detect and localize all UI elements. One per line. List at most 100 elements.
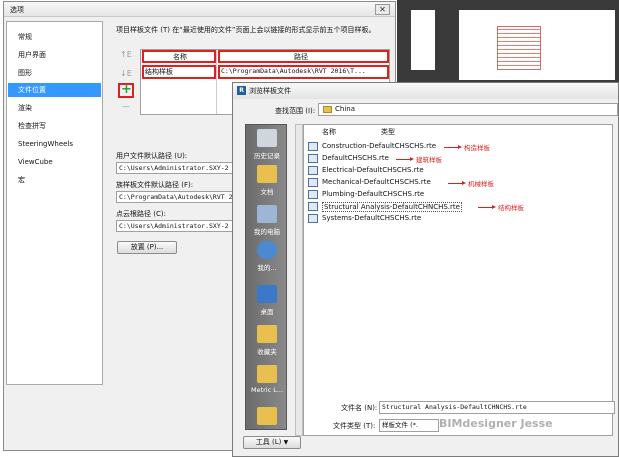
- rte-file-icon: [308, 202, 318, 211]
- lookin-value: China: [335, 105, 355, 113]
- background-viewport: [459, 10, 615, 80]
- file-list: 名称 类型 Construction-DefaultCHSCHS.rte 构造样…: [303, 124, 613, 436]
- background-viewport-thumb: [411, 10, 435, 70]
- user-default-path-label: 用户文件默认路径 (U):: [116, 152, 188, 160]
- sidebar-item-graphics[interactable]: 图形: [8, 66, 101, 80]
- place-label: 文档: [260, 188, 274, 196]
- history-icon: [257, 129, 277, 147]
- close-button[interactable]: ✕: [375, 4, 390, 15]
- place-label: 历史记录: [254, 152, 280, 160]
- file-name: Construction-DefaultCHSCHS.rte: [322, 142, 437, 150]
- file-annotation: 结构样板: [498, 204, 524, 212]
- file-name: Electrical-DefaultCHSCHS.rte: [322, 166, 424, 174]
- options-sidebar: 常规 用户界面 图形 文件位置 渲染 检查拼写 SteeringWheels V…: [6, 21, 103, 385]
- rte-file-icon: [308, 178, 318, 187]
- lookin-label: 查找范围 (I):: [275, 107, 316, 115]
- computer-icon: [257, 205, 277, 223]
- template-description: 项目样板文件 (T) 在“最近使用的文件”页面上会以链接的形式显示前五个项目样板…: [116, 26, 376, 34]
- rte-file-icon: [308, 166, 318, 175]
- tools-button[interactable]: 工具 (L) ▼: [243, 436, 301, 449]
- place-label: 收藏夹: [257, 348, 277, 356]
- places-button[interactable]: 放置 (P)...: [117, 241, 177, 254]
- revit-logo-icon: R: [237, 86, 246, 95]
- filetype-dropdown[interactable]: 样板文件 (*.: [379, 419, 439, 432]
- place-folder[interactable]: [246, 407, 288, 428]
- browse-title-bar: R 浏览样板文件: [233, 83, 618, 99]
- sidebar-item-ui[interactable]: 用户界面: [8, 48, 101, 62]
- rte-file-icon: [308, 214, 318, 223]
- browse-dialog: R 浏览样板文件 查找范围 (I): China 历史记录 文档 我的电脑 我的…: [232, 82, 619, 457]
- lookin-dropdown[interactable]: China: [318, 103, 618, 116]
- watermark: BIMdesigner Jesse: [439, 417, 553, 430]
- desktop-icon: [257, 285, 277, 303]
- table-cell-name[interactable]: 结构样板: [145, 67, 173, 77]
- sidebar-item-general[interactable]: 常规: [8, 30, 101, 44]
- file-annotation: 建筑样板: [416, 156, 442, 164]
- file-row[interactable]: Plumbing-DefaultCHSCHS.rte: [304, 189, 604, 201]
- cloud-path-label: 点云根路径 (C):: [116, 210, 166, 218]
- family-template-path-label: 族样板文件默认路径 (F):: [116, 181, 194, 189]
- place-label: 桌面: [260, 308, 274, 316]
- places-scrollbar[interactable]: [295, 124, 303, 436]
- table-cell-path[interactable]: C:\ProgramData\Autodesk\RVT 2016\T...: [221, 67, 386, 75]
- chevron-down-icon: ▼: [283, 439, 289, 446]
- move-up-button[interactable]: ↑E: [120, 50, 132, 59]
- annotation-arrow: [448, 181, 466, 185]
- place-metric-library[interactable]: Metric L...: [246, 365, 288, 394]
- place-label: 我的...: [257, 264, 277, 272]
- add-button[interactable]: +: [121, 82, 132, 97]
- place-documents[interactable]: 文档: [246, 165, 288, 196]
- file-name: Mechanical-DefaultCHSCHS.rte: [322, 178, 431, 186]
- file-annotation: 构造样板: [464, 144, 490, 152]
- file-name: Systems-DefaultCHSCHS.rte: [322, 214, 422, 222]
- folder-icon: [323, 106, 332, 113]
- place-history[interactable]: 历史记录: [246, 129, 288, 160]
- sidebar-item-spelling[interactable]: 检查拼写: [8, 119, 101, 133]
- places-bar: 历史记录 文档 我的电脑 我的... 桌面 收藏夹 Metric L...: [245, 124, 287, 430]
- sidebar-item-rendering[interactable]: 渲染: [8, 101, 101, 115]
- file-annotation: 机械样板: [468, 180, 494, 188]
- file-row[interactable]: Mechanical-DefaultCHSCHS.rte 机械样板: [304, 177, 604, 189]
- tools-label: 工具 (L): [255, 438, 282, 446]
- annotation-arrow: [444, 145, 462, 149]
- file-name: Structural Analysis-DefaultCHNCHS.rte: [322, 202, 462, 212]
- sidebar-item-file-locations[interactable]: 文件位置: [8, 83, 101, 97]
- remove-button[interactable]: —: [122, 102, 130, 111]
- place-desktop[interactable]: 桌面: [246, 285, 288, 316]
- favorites-folder-icon: [257, 325, 277, 343]
- background-app-window: [397, 0, 619, 82]
- filename-input[interactable]: Structural Analysis-DefaultCHNCHS.rte: [379, 401, 615, 414]
- column-header-name[interactable]: 名称: [173, 52, 187, 62]
- place-computer[interactable]: 我的电脑: [246, 205, 288, 236]
- options-title: 选项: [10, 6, 24, 14]
- place-network[interactable]: 我的...: [246, 241, 288, 272]
- file-name: DefaultCHSCHS.rte: [322, 154, 389, 162]
- filename-label: 文件名 (N):: [341, 404, 378, 412]
- sidebar-item-viewcube[interactable]: ViewCube: [8, 155, 101, 169]
- column-header-name[interactable]: 名称: [322, 127, 336, 137]
- folder-icon: [257, 407, 277, 425]
- file-row[interactable]: DefaultCHSCHS.rte 建筑样板: [304, 153, 604, 165]
- place-favorites[interactable]: 收藏夹: [246, 325, 288, 356]
- file-row[interactable]: Electrical-DefaultCHSCHS.rte: [304, 165, 604, 177]
- file-row-selected[interactable]: Structural Analysis-DefaultCHNCHS.rte 结构…: [304, 201, 604, 213]
- rte-file-icon: [308, 142, 318, 151]
- filetype-label: 文件类型 (T):: [333, 422, 376, 430]
- annotation-arrow: [396, 157, 414, 161]
- column-header-type[interactable]: 类型: [381, 127, 395, 137]
- column-header-path[interactable]: 路径: [294, 52, 308, 62]
- sidebar-item-macros[interactable]: 宏: [8, 173, 101, 187]
- move-down-button[interactable]: ↓E: [120, 69, 132, 78]
- background-drawing: [497, 26, 541, 70]
- sidebar-item-steeringwheels[interactable]: SteeringWheels: [8, 137, 101, 151]
- file-name: Plumbing-DefaultCHSCHS.rte: [322, 190, 425, 198]
- annotation-arrow: [478, 205, 496, 209]
- network-globe-icon: [257, 241, 277, 259]
- options-title-bar: 选项 ✕: [4, 2, 395, 17]
- library-folder-icon: [257, 365, 277, 383]
- rte-file-icon: [308, 190, 318, 199]
- documents-folder-icon: [257, 165, 277, 183]
- browse-title: 浏览样板文件: [249, 87, 291, 95]
- file-row[interactable]: Systems-DefaultCHSCHS.rte: [304, 213, 604, 225]
- file-row[interactable]: Construction-DefaultCHSCHS.rte 构造样板: [304, 141, 604, 153]
